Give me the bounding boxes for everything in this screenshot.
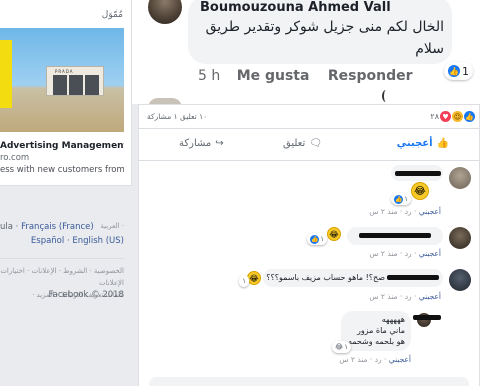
laughing-emoji-icon: 😂 — [411, 182, 429, 200]
redacted-name — [387, 275, 439, 280]
cursor-mark — [382, 90, 390, 102]
comment-text-line: هو بلحمه وشحمه — [347, 337, 405, 346]
share-button[interactable]: مشاركة ↪ — [179, 138, 224, 149]
footer-divider — [0, 258, 124, 259]
reaction-summary[interactable]: ٢٨ ♥ ☺ 👍 — [430, 111, 475, 122]
commenter-avatar[interactable] — [148, 0, 182, 24]
post-card: ١٠ تعليق ١ مشاركة ٢٨ ♥ ☺ 👍 أعجبني 👍 تعلي… — [138, 104, 480, 386]
comment-button[interactable]: تعليق 🗨 — [283, 138, 471, 149]
language-line-2[interactable]: Español · English (US) — [31, 236, 124, 246]
post-comment: صح؟! ماهو حساب مزيف باسمو؟؟؟ 😂 ١ أعجبني … — [141, 267, 471, 307]
avatar[interactable] — [449, 167, 471, 189]
sponsored-label: مُمّوَل — [101, 10, 123, 20]
like-link[interactable]: أعجبني — [419, 207, 441, 216]
footer-copyright: Facebook © 2018 — [48, 290, 124, 300]
like-link[interactable]: أعجبني — [419, 249, 441, 258]
share-arrow-icon: ↪ — [215, 138, 224, 149]
comment-reaction-badge[interactable]: ١ — [239, 275, 249, 287]
comment-meta: أعجبني · رد · منذ ٢ س — [369, 292, 441, 301]
comment-meta: أعجبني · رد · منذ ٢ س — [339, 355, 411, 364]
laughing-emoji-icon: 😂 — [327, 227, 341, 241]
left-sidebar: مُمّوَل PRADA Advertising Management fi.… — [0, 0, 132, 386]
comment-text: الخال لكم منى جزيل شوكر وتقدير طريق سلام — [205, 19, 444, 57]
comment-meta: أعجبني · رد · منذ ٢ س — [369, 249, 441, 258]
reply-link[interactable]: Responder — [328, 68, 413, 84]
haha-reaction-icon: ☺ — [452, 111, 463, 122]
comment-bubble-icon: 🗨 — [309, 138, 322, 149]
ad-image[interactable]: PRADA — [0, 28, 124, 132]
comment-reaction-badge[interactable]: 👍 1 — [444, 62, 473, 80]
ad-image-storefront: PRADA — [46, 66, 104, 96]
thumbs-up-icon: 👍 — [310, 234, 320, 244]
like-link[interactable]: أعجبني — [389, 355, 411, 364]
comment-share-counts[interactable]: ١٠ تعليق ١ مشاركة — [147, 112, 207, 121]
comment-meta: أعجبني · رد · منذ ٢ س — [369, 207, 441, 216]
ad-domain: ro.com — [0, 153, 30, 163]
comment-text-line: هههههه — [381, 315, 405, 324]
thumbs-up-icon: 👍 — [394, 194, 404, 204]
like-link[interactable]: Me gusta — [237, 68, 310, 84]
heart-reaction-icon: ♥ — [440, 111, 451, 122]
comment-actions: 5 h Me gusta Responder — [198, 68, 427, 84]
ad-image-yellow-panel — [0, 40, 12, 108]
commenter-name[interactable]: Boumouzouna Ahmed Vall — [200, 0, 391, 15]
post-comment: 😂 👍 ١ أعجبني · رد · منذ ٢ س — [141, 225, 471, 261]
comment-text: صح؟! ماهو حساب مزيف باسمو؟؟؟ — [266, 273, 385, 282]
store-sign: PRADA — [55, 69, 74, 74]
laughing-emoji-icon: 😂 — [247, 271, 261, 285]
like-reaction-icon: 👍 — [464, 111, 475, 122]
like-link[interactable]: أعجبني — [419, 292, 441, 301]
comment-reaction-badge[interactable]: 👍 ١ — [307, 233, 327, 245]
post-comment-reply: هههههه ماني ماة مزور هو بلحمه وشحمه 😂 ١ … — [171, 311, 471, 369]
redacted-name — [359, 233, 431, 238]
redacted-name — [413, 315, 441, 320]
avatar[interactable] — [449, 227, 471, 249]
comment-reaction-badge[interactable]: 😂 ١ — [332, 341, 351, 353]
post-action-bar: أعجبني 👍 تعليق 🗨 مشاركة ↪ — [139, 129, 479, 161]
sponsored-ad-card[interactable]: مُمّوَل PRADA Advertising Management fi.… — [0, 0, 132, 186]
comment-text-line: ماني ماة مزور — [356, 326, 405, 335]
comment-reaction-badge[interactable]: 👍 ١ — [391, 193, 411, 205]
language-link-french[interactable]: Français (France) — [21, 222, 94, 232]
laughing-emoji-icon: 😂 — [335, 343, 344, 351]
post-comment: 😂 👍 ١ أعجبني · رد · منذ ٢ س — [141, 165, 471, 219]
ad-description: ess with new customers from — [0, 165, 124, 175]
post-stats-row: ١٠ تعليق ١ مشاركة ٢٨ ♥ ☺ 👍 — [139, 105, 479, 129]
language-link-arabic[interactable]: العربية · — [100, 222, 124, 230]
redacted-name — [395, 171, 441, 176]
thumbs-up-icon: 👍 — [448, 65, 460, 77]
avatar[interactable] — [449, 269, 471, 291]
screenshot-stage: مُمّوَل PRADA Advertising Management fi.… — [0, 0, 480, 386]
comment-timestamp[interactable]: 5 h — [198, 68, 220, 84]
ad-title-link[interactable]: Advertising Management fi... — [0, 141, 124, 151]
write-comment-input[interactable] — [149, 377, 469, 386]
top-comment-panel: Boumouzouna Ahmed Vall الخال لكم منى جزي… — [132, 0, 480, 108]
